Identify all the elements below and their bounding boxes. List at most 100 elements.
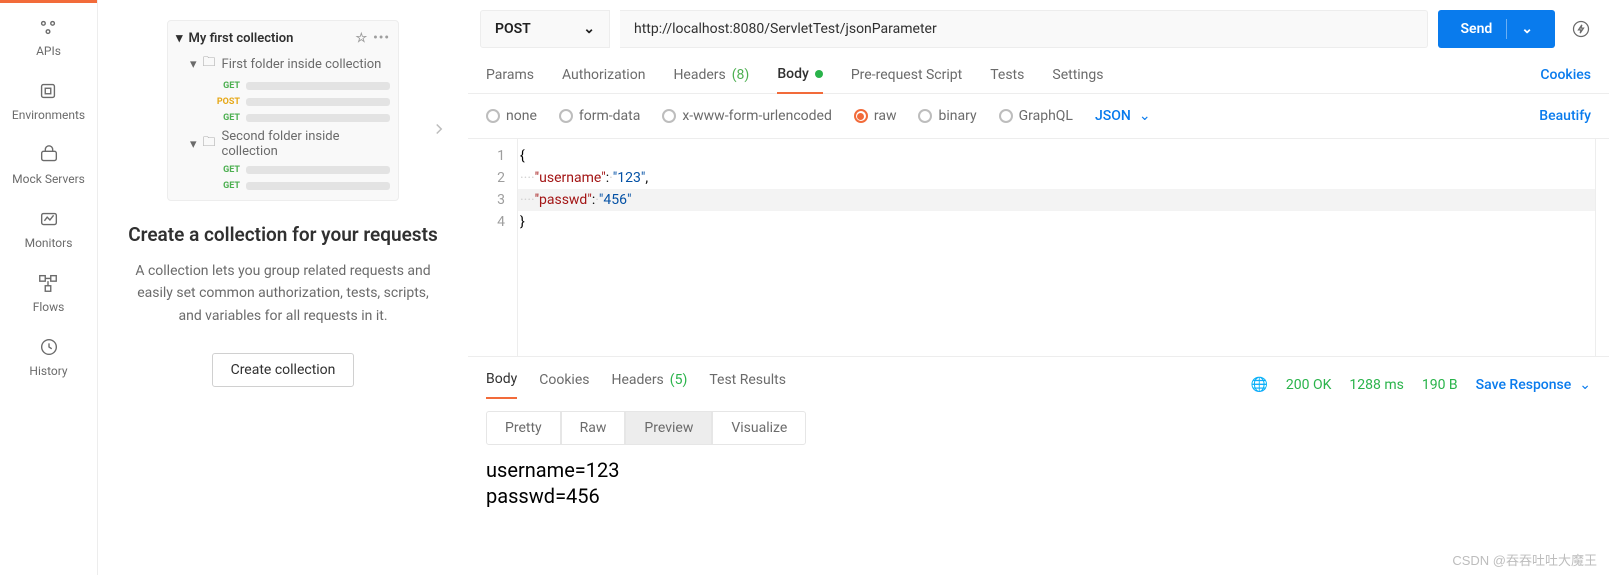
tab-label: Headers — [673, 67, 725, 83]
tab-authorization[interactable]: Authorization — [562, 66, 645, 93]
folder-name: First folder inside collection — [222, 57, 382, 72]
view-visualize[interactable]: Visualize — [712, 411, 806, 445]
minimap — [1595, 139, 1609, 356]
response-tab-cookies[interactable]: Cookies — [539, 372, 589, 398]
view-preview[interactable]: Preview — [625, 411, 712, 445]
folder-icon: 🗀 — [203, 133, 216, 155]
response-tab-test-results[interactable]: Test Results — [709, 372, 786, 398]
view-pretty[interactable]: Pretty — [486, 411, 561, 445]
main-pane: POST ⌄ Send ⌄ Params Authorization Headers… — [468, 0, 1609, 575]
opt-label: binary — [938, 108, 976, 124]
beautify-link[interactable]: Beautify — [1539, 108, 1591, 124]
opt-label: none — [506, 108, 537, 124]
lang-label: JSON — [1095, 108, 1131, 124]
nav-label: Monitors — [25, 236, 73, 250]
mid-pane-title: Create a collection for your requests — [128, 223, 437, 246]
save-label: Save Response — [1476, 377, 1572, 393]
nav-mock-servers[interactable]: Mock Servers — [12, 144, 85, 186]
method-badge: POST — [212, 97, 240, 107]
placeholder-bar — [246, 98, 390, 106]
method-badge: GET — [212, 165, 240, 175]
method-select[interactable]: POST ⌄ — [480, 10, 610, 48]
view-raw[interactable]: Raw — [561, 411, 626, 445]
nav-flows[interactable]: Flows — [33, 272, 65, 314]
body-type-binary[interactable]: binary — [918, 108, 976, 124]
nav-label: Mock Servers — [12, 172, 85, 186]
send-label: Send — [1460, 21, 1492, 37]
nav-label: APIs — [36, 44, 61, 58]
placeholder-bar — [246, 182, 390, 190]
chevron-down-icon: ▾ — [176, 31, 183, 46]
headers-count: (8) — [732, 67, 750, 83]
chevron-down-icon: ⌄ — [583, 21, 595, 37]
collection-illustration: ▾ My first collection ☆ ••• ▾🗀First fold… — [167, 20, 399, 201]
method-badge: GET — [212, 181, 240, 191]
code-line: ····"username":·"123", — [518, 167, 1595, 189]
save-response-button[interactable]: Save Response ⌄ — [1476, 377, 1591, 393]
method-label: POST — [495, 21, 531, 37]
tab-body[interactable]: Body — [777, 66, 823, 94]
globe-icon[interactable]: 🌐 — [1250, 377, 1267, 393]
status-code: 200 OK — [1286, 377, 1332, 393]
tab-tests[interactable]: Tests — [990, 66, 1024, 93]
nav-label: History — [29, 364, 67, 378]
body-type-urlencoded[interactable]: x-www-form-urlencoded — [662, 108, 832, 124]
chevron-right-icon[interactable] — [430, 120, 448, 142]
bootcamp-icon[interactable] — [1565, 19, 1597, 39]
star-icon: ☆ — [356, 31, 368, 46]
response-line: username=123 — [486, 457, 1591, 483]
line-gutter: 1234 — [468, 139, 518, 356]
request-tabs: Params Authorization Headers (8) Body Pr… — [468, 48, 1609, 94]
code-line: { — [518, 145, 1595, 167]
raw-language-select[interactable]: JSON ⌄ — [1095, 108, 1151, 124]
create-collection-button[interactable]: Create collection — [212, 353, 355, 387]
chevron-down-icon: ⌄ — [1521, 21, 1533, 37]
opt-label: form-data — [579, 108, 640, 124]
tab-headers[interactable]: Headers (8) — [673, 66, 749, 93]
nav-monitors[interactable]: Monitors — [25, 208, 73, 250]
code-line: ····"passwd":·"456" — [518, 189, 1595, 211]
response-tab-headers[interactable]: Headers (5) — [611, 372, 687, 398]
opt-label: GraphQL — [1019, 108, 1073, 124]
body-type-row: none form-data x-www-form-urlencoded raw… — [468, 94, 1609, 138]
chevron-down-icon: ⌄ — [1139, 108, 1151, 124]
response-tab-body[interactable]: Body — [486, 371, 517, 399]
left-sidebar: APIs Environments Mock Servers Monitors … — [0, 0, 98, 575]
response-tabs: Body Cookies Headers (5) Test Results 🌐 … — [468, 356, 1609, 399]
tab-params[interactable]: Params — [486, 66, 534, 93]
nav-label: Flows — [33, 300, 65, 314]
body-type-raw[interactable]: raw — [854, 108, 897, 124]
response-time: 1288 ms — [1349, 377, 1403, 393]
divider — [1506, 19, 1507, 39]
tab-label: Body — [777, 66, 809, 82]
cookies-link[interactable]: Cookies — [1540, 66, 1591, 93]
code-area[interactable]: { ····"username":·"123", ····"passwd":·"… — [518, 139, 1595, 356]
nav-environments[interactable]: Environments — [12, 80, 85, 122]
nav-label: Environments — [12, 108, 85, 122]
chevron-down-icon: ⌄ — [1579, 377, 1591, 393]
body-type-none[interactable]: none — [486, 108, 537, 124]
placeholder-bar — [246, 114, 390, 122]
nav-history[interactable]: History — [29, 336, 67, 378]
watermark: CSDN @吞吞吐吐大魔王 — [1452, 550, 1597, 569]
method-badge: GET — [212, 81, 240, 91]
chevron-down-icon: ▾ — [190, 137, 197, 152]
body-type-graphql[interactable]: GraphQL — [999, 108, 1073, 124]
send-button[interactable]: Send ⌄ — [1438, 10, 1555, 48]
url-input[interactable] — [620, 10, 1428, 48]
headers-count: (5) — [670, 372, 688, 388]
tab-settings[interactable]: Settings — [1052, 66, 1103, 93]
mid-pane: ▾ My first collection ☆ ••• ▾🗀First fold… — [98, 0, 468, 575]
nav-apis[interactable]: APIs — [36, 16, 61, 58]
opt-label: raw — [874, 108, 897, 124]
body-type-formdata[interactable]: form-data — [559, 108, 640, 124]
chevron-down-icon: ▾ — [190, 57, 197, 72]
response-line: passwd=456 — [486, 483, 1591, 509]
mid-pane-description: A collection lets you group related requ… — [110, 260, 456, 327]
response-view-switch: Pretty Raw Preview Visualize — [468, 399, 1609, 457]
response-body: username=123 passwd=456 — [468, 457, 1609, 509]
placeholder-bar — [246, 82, 390, 90]
tab-label: Headers — [611, 372, 663, 388]
body-editor[interactable]: 1234 { ····"username":·"123", ····"passw… — [468, 138, 1609, 356]
tab-prerequest[interactable]: Pre-request Script — [851, 66, 962, 93]
